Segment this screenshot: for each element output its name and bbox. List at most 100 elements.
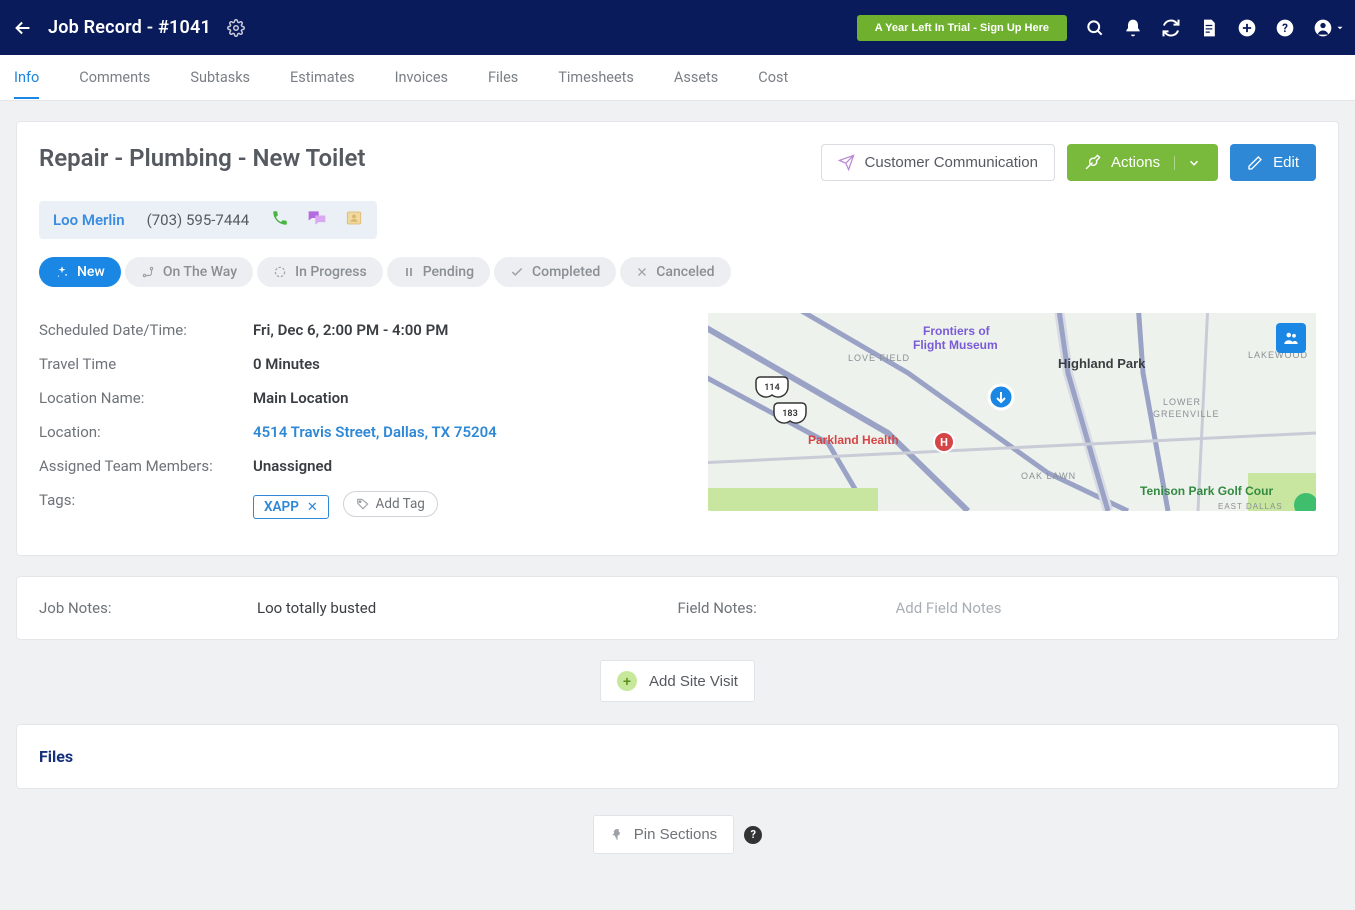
location-label: Location: <box>39 423 253 441</box>
call-icon[interactable] <box>271 209 289 231</box>
customer-name[interactable]: Loo Merlin <box>53 211 125 229</box>
location-name-label: Location Name: <box>39 389 253 407</box>
status-new[interactable]: New <box>39 257 121 287</box>
map-label: LOVE FIELD <box>848 353 910 363</box>
location-map[interactable]: Frontiers of Flight Museum LOVE FIELD Hi… <box>708 313 1316 511</box>
page-title: Job Record - #1041 <box>48 17 211 38</box>
customer-communication-label: Customer Communication <box>865 154 1038 171</box>
svg-text:183: 183 <box>782 409 797 419</box>
travel-label: Travel Time <box>39 355 253 373</box>
status-completed[interactable]: Completed <box>494 257 616 287</box>
pin-icon <box>610 828 624 842</box>
tab-bar: Info Comments Subtasks Estimates Invoice… <box>0 55 1355 101</box>
bell-icon[interactable] <box>1123 18 1143 38</box>
svg-text:?: ? <box>1282 21 1288 35</box>
customer-phone: (703) 595-7444 <box>147 211 250 229</box>
map-label: EAST DALLAS <box>1218 502 1283 511</box>
assigned-value: Unassigned <box>253 457 332 475</box>
route-shield-114: 114 <box>756 377 788 397</box>
files-card: Files <box>16 724 1339 789</box>
document-icon[interactable] <box>1199 18 1219 38</box>
map-label: LOWER <box>1163 397 1201 407</box>
gear-icon[interactable] <box>227 19 245 37</box>
route-icon <box>141 265 155 279</box>
tag-chip: XAPP ✕ <box>253 495 329 519</box>
tab-timesheets[interactable]: Timesheets <box>558 57 634 99</box>
sync-icon[interactable] <box>1161 18 1181 38</box>
customer-pill: Loo Merlin (703) 595-7444 <box>39 201 377 239</box>
tab-files[interactable]: Files <box>488 57 518 99</box>
map-label: Tenison Park Golf Cour <box>1140 484 1273 498</box>
chevron-down-icon <box>1335 23 1345 33</box>
map-label: Frontiers of <box>923 324 991 338</box>
map-label: Highland Park <box>1058 356 1146 371</box>
search-icon[interactable] <box>1085 18 1105 38</box>
job-title: Repair - Plumbing - New Toilet <box>39 144 366 172</box>
status-pending[interactable]: Pending <box>387 257 490 287</box>
chevron-down-icon <box>1187 156 1201 170</box>
status-canceled[interactable]: Canceled <box>620 257 730 287</box>
field-notes-label: Field Notes: <box>678 599 896 617</box>
add-icon[interactable] <box>1237 18 1257 38</box>
x-icon <box>636 266 648 278</box>
app-header: Job Record - #1041 A Year Left In Trial … <box>0 0 1355 55</box>
people-icon <box>1282 329 1300 347</box>
tab-comments[interactable]: Comments <box>79 57 150 99</box>
add-tag-button[interactable]: Add Tag <box>343 491 438 517</box>
sparkle-icon <box>55 265 69 279</box>
map-streetview-button[interactable] <box>1276 323 1306 353</box>
user-menu[interactable] <box>1313 18 1345 38</box>
pin-sections-button[interactable]: Pin Sections <box>593 815 734 854</box>
svg-text:H: H <box>940 436 948 449</box>
tab-invoices[interactable]: Invoices <box>395 57 448 99</box>
map-label: Parkland Health <box>808 433 899 447</box>
chat-icon[interactable] <box>307 209 327 231</box>
status-row: New On The Way In Progress Pending Compl… <box>39 257 1316 287</box>
map-label: GREENVILLE <box>1153 409 1220 419</box>
tab-subtasks[interactable]: Subtasks <box>190 57 250 99</box>
scheduled-label: Scheduled Date/Time: <box>39 321 253 339</box>
notes-card: Job Notes: Loo totally busted Field Note… <box>16 576 1339 640</box>
job-info-card: Repair - Plumbing - New Toilet Customer … <box>16 121 1339 556</box>
job-details: Scheduled Date/Time: Fri, Dec 6, 2:00 PM… <box>39 313 684 527</box>
wrench-icon <box>1084 154 1101 171</box>
job-notes-label: Job Notes: <box>39 599 257 617</box>
pin-help-button[interactable]: ? <box>744 826 762 844</box>
job-notes-value: Loo totally busted <box>257 599 376 617</box>
tag-label: XAPP <box>264 499 299 515</box>
actions-button[interactable]: Actions <box>1067 144 1218 181</box>
edit-icon <box>1247 155 1263 171</box>
check-icon <box>510 265 524 279</box>
edit-button[interactable]: Edit <box>1230 144 1316 181</box>
tags-label: Tags: <box>39 491 253 519</box>
tab-cost[interactable]: Cost <box>758 57 788 99</box>
tab-estimates[interactable]: Estimates <box>290 57 355 99</box>
location-value[interactable]: 4514 Travis Street, Dallas, TX 75204 <box>253 423 497 441</box>
tab-assets[interactable]: Assets <box>674 57 718 99</box>
spinner-icon <box>273 265 287 279</box>
tag-remove-button[interactable]: ✕ <box>307 500 318 515</box>
contact-card-icon[interactable] <box>345 209 363 231</box>
location-name-value: Main Location <box>253 389 348 407</box>
travel-value: 0 Minutes <box>253 355 320 373</box>
add-site-visit-button[interactable]: + Add Site Visit <box>600 660 755 702</box>
tag-icon <box>356 497 370 511</box>
pause-icon <box>403 266 415 278</box>
svg-text:114: 114 <box>764 383 779 393</box>
files-section-title: Files <box>39 747 1316 766</box>
trial-signup-button[interactable]: A Year Left In Trial - Sign Up Here <box>857 15 1067 41</box>
map-label: Flight Museum <box>913 338 998 352</box>
tab-info[interactable]: Info <box>14 57 39 99</box>
route-shield-183: 183 <box>774 403 806 423</box>
plus-icon: + <box>617 671 637 691</box>
actions-label: Actions <box>1111 154 1160 171</box>
back-button[interactable] <box>8 13 38 43</box>
assigned-label: Assigned Team Members: <box>39 457 253 475</box>
send-icon <box>838 154 855 171</box>
status-in-progress[interactable]: In Progress <box>257 257 383 287</box>
scheduled-value: Fri, Dec 6, 2:00 PM - 4:00 PM <box>253 321 448 339</box>
status-on-the-way[interactable]: On The Way <box>125 257 253 287</box>
help-icon[interactable]: ? <box>1275 18 1295 38</box>
add-field-notes-button[interactable]: Add Field Notes <box>896 599 1002 617</box>
customer-communication-button[interactable]: Customer Communication <box>821 144 1055 181</box>
